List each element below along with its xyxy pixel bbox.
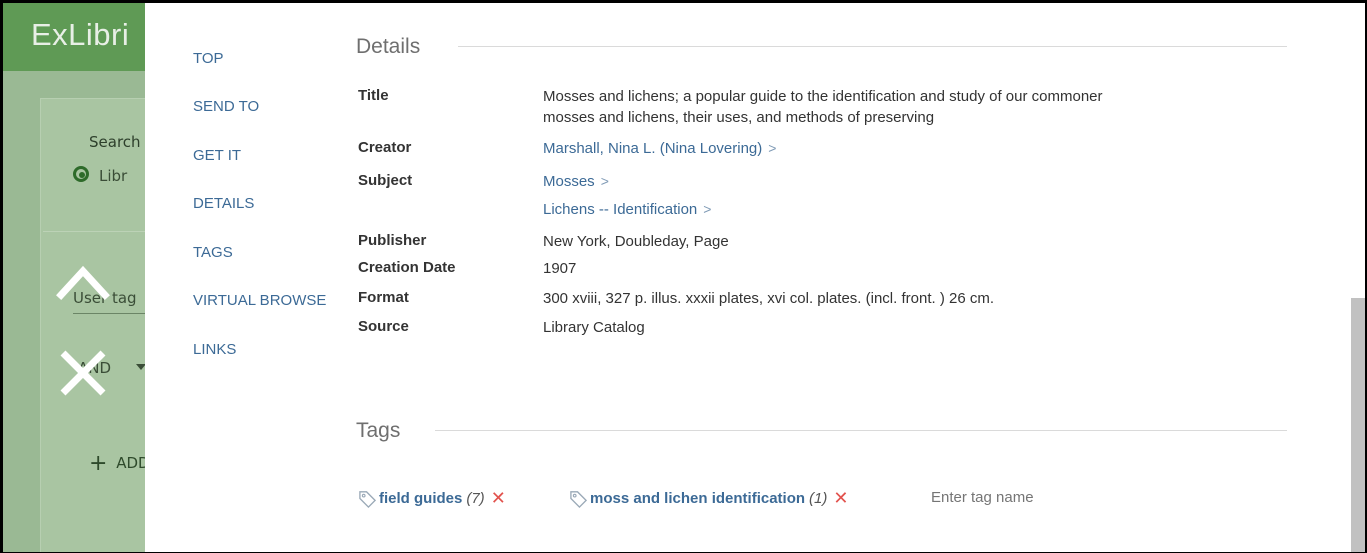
source-value: Library Catalog	[543, 319, 645, 336]
nav-item-send-to[interactable]: SEND TO	[193, 98, 259, 115]
creation-date-value: 1907	[543, 260, 577, 277]
background-user-tags-underline	[73, 313, 153, 314]
subject-link-text: Mosses	[543, 173, 595, 190]
creator-value: Marshall, Nina L. (Nina Lovering) >	[543, 138, 776, 159]
subject-values: Mosses > Lichens -- Identification >	[543, 171, 711, 220]
background-radio	[73, 166, 89, 182]
subject-link-lichens[interactable]: Lichens -- Identification >	[543, 201, 711, 218]
tag-link[interactable]: field guides	[379, 490, 462, 507]
background-plus-icon: +	[89, 451, 108, 476]
tag-link[interactable]: moss and lichen identification	[590, 490, 805, 507]
source-label: Source	[358, 318, 409, 335]
close-icon[interactable]	[53, 343, 113, 403]
chevron-right-icon: >	[768, 140, 777, 156]
creator-link-text: Marshall, Nina L. (Nina Lovering)	[543, 140, 763, 157]
remove-tag-icon[interactable]: ✕	[491, 488, 506, 509]
app-frame: ExLibri Search fo Libr User tag AND + AD…	[3, 3, 1365, 552]
tags-divider	[435, 430, 1287, 431]
tags-heading: Tags	[356, 419, 401, 442]
background-add-button: + ADD	[89, 451, 150, 476]
details-divider	[458, 46, 1287, 47]
subject-link-text: Lichens -- Identification	[543, 201, 698, 218]
nav-item-get-it[interactable]: GET IT	[193, 147, 241, 164]
chevron-right-icon: >	[600, 173, 609, 189]
nav-item-tags[interactable]: TAGS	[193, 244, 233, 261]
remove-tag-icon[interactable]: ✕	[833, 488, 848, 509]
tag-icon	[570, 491, 588, 508]
title-label: Title	[358, 87, 389, 104]
creator-link[interactable]: Marshall, Nina L. (Nina Lovering) >	[543, 140, 776, 157]
nav-item-virtual-browse[interactable]: VIRTUAL BROWSE	[193, 292, 326, 309]
publisher-label: Publisher	[358, 232, 427, 249]
title-line-1: Mosses and lichens; a popular guide to t…	[543, 88, 1103, 105]
full-record-panel: TOP SEND TO GET IT DETAILS TAGS VIRTUAL …	[145, 3, 1365, 552]
background-radio-label: Libr	[99, 167, 128, 185]
creator-label: Creator	[358, 139, 412, 156]
nav-item-details[interactable]: DETAILS	[193, 195, 254, 212]
scroll-up-chevron-icon[interactable]	[53, 253, 113, 313]
format-label: Format	[358, 289, 409, 306]
subject-label: Subject	[358, 172, 413, 189]
title-line-2: mosses and lichens, their uses, and meth…	[543, 109, 935, 126]
details-heading: Details	[356, 35, 421, 58]
tag-count: (7)	[466, 490, 485, 507]
tag-name-input[interactable]	[929, 487, 1133, 508]
title-value: Mosses and lichens; a popular guide to t…	[543, 86, 1103, 128]
subject-link-mosses[interactable]: Mosses >	[543, 173, 609, 190]
nav-item-links[interactable]: LINKS	[193, 341, 236, 358]
scrollbar-thumb[interactable]	[1351, 298, 1365, 552]
chevron-right-icon: >	[703, 201, 712, 217]
tag-chip: moss and lichen identification (1) ✕	[569, 488, 848, 509]
format-value: 300 xviii, 327 p. illus. xxxii plates, x…	[543, 290, 995, 307]
tag-chip: field guides (7) ✕	[358, 488, 506, 509]
tag-count: (1)	[809, 490, 828, 507]
creation-date-label: Creation Date	[358, 259, 456, 276]
publisher-value: New York, Doubleday, Page	[543, 233, 729, 250]
nav-item-top[interactable]: TOP	[193, 50, 224, 67]
tag-icon	[359, 491, 377, 508]
exlibris-logo: ExLibri	[31, 17, 130, 52]
